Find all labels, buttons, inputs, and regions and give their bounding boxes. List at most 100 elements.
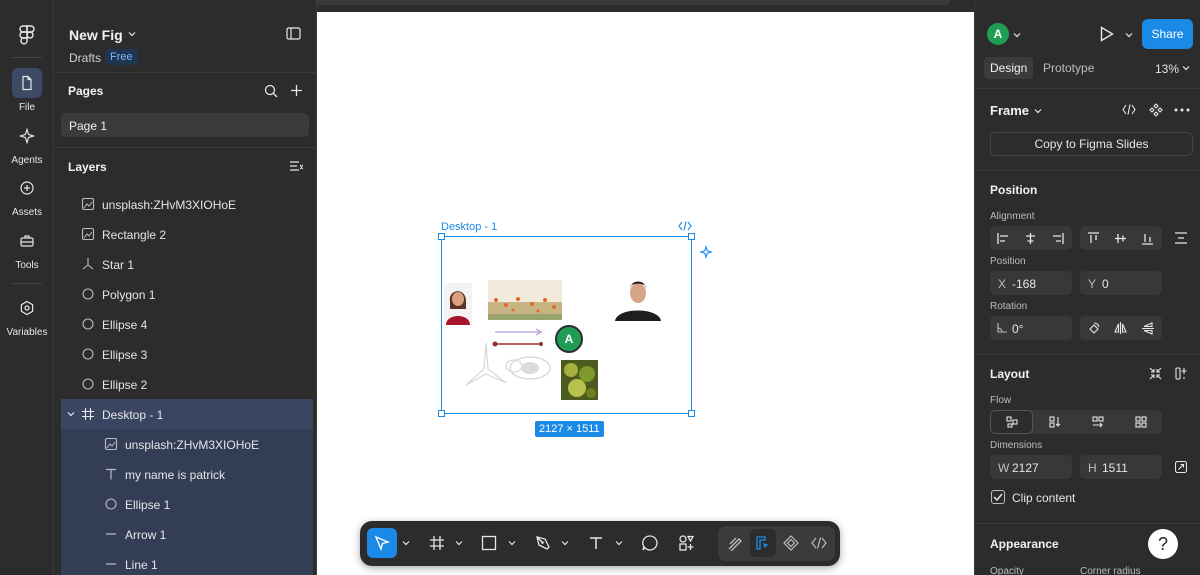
page-item-1[interactable]: Page 1 [61,113,309,137]
clip-content-label[interactable]: Clip content [1012,491,1075,505]
rotation-field[interactable]: 0° [990,316,1072,340]
x-position-field[interactable]: X -168 [990,271,1072,295]
collapse-layout-icon[interactable] [1149,367,1162,380]
copy-to-slides-button[interactable]: Copy to Figma Slides [990,132,1193,156]
layer-row[interactable]: Arrow 1 [61,519,313,549]
rotate-90-button[interactable] [1080,316,1107,340]
flow-grid-button[interactable] [1119,410,1162,434]
layer-row[interactable]: Ellipse 3 [61,339,313,369]
comment-tool[interactable] [635,528,665,558]
layer-row[interactable]: unsplash:ZHvM3XIOHoE [61,429,313,459]
arrow-shape[interactable] [494,328,544,336]
tab-prototype[interactable]: Prototype [1037,57,1100,79]
height-field[interactable]: H 1511 [1080,455,1162,479]
text-tool[interactable] [581,528,611,558]
move-tool[interactable] [367,528,397,558]
canvas[interactable]: Desktop - 1 A 2127 × 1511 [317,12,974,575]
more-options-icon[interactable] [1174,108,1190,112]
frame-label[interactable]: Desktop - 1 [441,221,497,233]
align-left-button[interactable] [990,226,1017,250]
selection-type[interactable]: Frame [990,103,1029,118]
layer-row[interactable]: Desktop - 1 [61,399,313,429]
sidebar-toggle-icon[interactable] [286,27,301,40]
layer-row[interactable]: Star 1 [61,249,313,279]
resize-handle-bl[interactable] [438,410,445,417]
rectangle-tool[interactable] [474,528,504,558]
dev-mode-button[interactable] [806,529,832,557]
pen-tool[interactable] [528,528,558,558]
draw-mode-button[interactable] [722,529,748,557]
flow-horizontal-button[interactable] [1076,410,1119,434]
frame-tool[interactable] [422,528,452,558]
align-center-h-button[interactable] [1017,226,1044,250]
align-middle-button[interactable] [1107,226,1134,250]
flow-freeform-button[interactable] [990,410,1033,434]
rail-item-variables[interactable]: Variables [0,293,54,338]
rail-item-agents[interactable]: Agents [0,121,54,166]
file-location[interactable]: Drafts [69,51,101,65]
layer-row[interactable]: Ellipse 4 [61,309,313,339]
resize-handle-br[interactable] [688,410,695,417]
ellipse-shapes[interactable] [502,353,552,383]
man-photo[interactable] [613,277,663,321]
woman-photo[interactable] [444,283,472,325]
leaves-photo[interactable] [561,360,598,400]
chevron-down-icon[interactable] [455,539,463,547]
resize-to-fit-icon[interactable] [1175,461,1187,473]
chevron-down-icon[interactable] [402,539,410,547]
y-position-field[interactable]: Y0 [1080,271,1162,295]
appearance-header: Appearance [990,537,1059,551]
search-icon[interactable] [264,84,278,98]
resize-handle-tr[interactable] [688,233,695,240]
clip-content-checkbox[interactable] [991,490,1005,504]
chevron-down-icon[interactable] [615,539,623,547]
design-mode-button[interactable] [750,529,776,557]
layer-row[interactable]: Line 1 [61,549,313,575]
plan-badge[interactable]: Free [105,49,138,65]
chevron-down-icon[interactable] [508,539,516,547]
chevron-down-icon[interactable] [1182,64,1190,72]
add-page-icon[interactable] [290,84,303,97]
ai-sparkle-icon[interactable] [700,246,712,258]
zoom-level[interactable]: 13% [1155,62,1179,76]
chevron-down-icon[interactable] [1125,31,1133,39]
chevron-down-icon[interactable] [561,539,569,547]
align-top-button[interactable] [1080,226,1107,250]
rail-item-assets[interactable]: Assets [0,173,54,218]
user-avatar[interactable]: A [987,23,1009,45]
actions-tool[interactable] [672,528,702,558]
layer-row[interactable]: Polygon 1 [61,279,313,309]
layer-row[interactable]: Rectangle 2 [61,219,313,249]
layer-row[interactable]: unsplash:ZHvM3XIOHoE [61,189,313,219]
file-title[interactable]: New Fig [69,27,123,43]
flip-horizontal-button[interactable] [1107,316,1134,340]
components-mode-button[interactable] [778,529,804,557]
auto-layout-icon[interactable] [1175,367,1188,380]
flip-vertical-button[interactable] [1134,316,1161,340]
align-right-button[interactable] [1044,226,1071,250]
rail-item-file[interactable]: File [0,68,54,113]
expand-chevron-icon[interactable] [67,410,75,418]
chevron-down-icon[interactable] [1013,31,1021,39]
chevron-down-icon[interactable] [1034,107,1042,115]
layer-row[interactable]: my name is patrick [61,459,313,489]
layer-row[interactable]: Ellipse 2 [61,369,313,399]
share-button[interactable]: Share [1142,19,1193,49]
distribute-icon[interactable] [1175,232,1187,244]
code-icon[interactable] [1122,104,1136,115]
flow-vertical-button[interactable] [1033,410,1076,434]
collapse-layers-icon[interactable] [289,160,303,172]
resize-handle-tl[interactable] [438,233,445,240]
rail-item-tools[interactable]: Tools [0,226,54,271]
width-field[interactable]: W 2127 [990,455,1072,479]
chevron-down-icon[interactable] [128,30,136,38]
flower-field-photo[interactable] [488,280,562,320]
layer-row[interactable]: Ellipse 1 [61,489,313,519]
help-button[interactable]: ? [1148,529,1178,559]
present-play-icon[interactable] [1100,26,1114,42]
code-icon[interactable] [678,221,692,231]
component-icon[interactable] [1149,103,1163,117]
figma-logo-icon[interactable] [17,24,37,46]
align-bottom-button[interactable] [1134,226,1161,250]
tab-design[interactable]: Design [984,57,1034,79]
